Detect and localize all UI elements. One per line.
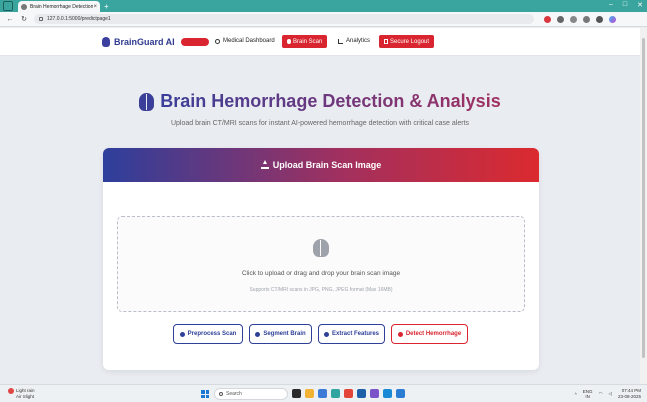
tab-title: Brain Hemorrhage Detection - E [30, 3, 94, 10]
start-button[interactable] [201, 390, 209, 398]
button-label: Segment Brain [263, 331, 306, 337]
dropzone-hint: Supports CT/MRI scans in JPG, PNG, JPEG … [249, 287, 393, 293]
brand[interactable]: BrainGuard AI [102, 37, 209, 47]
more-menu-icon[interactable] [596, 15, 603, 23]
upload-card-title: Upload Brain Scan Image [272, 160, 382, 170]
chart-line-icon [338, 38, 343, 44]
weather-widget[interactable]: Light rain Air Slight [8, 388, 35, 400]
brand-name: BrainGuard AI [114, 37, 175, 47]
weather-sub: Air Slight [16, 394, 35, 400]
upload-dropzone[interactable]: Click to upload or drag and drop your br… [117, 216, 525, 312]
app-navbar: BrainGuard AI Medical Dashboard Brain Sc… [0, 28, 640, 56]
nav-label: Medical Dashboard [223, 38, 275, 44]
search-label: Search [226, 391, 242, 397]
new-tab-button[interactable]: + [104, 2, 109, 11]
app-icon[interactable] [370, 389, 379, 398]
upload-card: Upload Brain Scan Image Click to upload … [103, 148, 539, 370]
url-field[interactable]: 127.0.0.1:5000/predictpage1 [34, 14, 534, 24]
upload-card-header: Upload Brain Scan Image [103, 148, 539, 182]
scrollbar-thumb[interactable] [642, 38, 645, 358]
lang-sub: IN [585, 394, 590, 399]
edge-icon[interactable] [331, 389, 340, 398]
gear-icon [179, 331, 185, 337]
favorites-icon[interactable] [570, 15, 577, 23]
heart-pulse-icon [397, 331, 403, 337]
nav-label: Brain Scan [293, 38, 323, 45]
chevron-up-icon[interactable]: ^ [575, 392, 577, 397]
scissors-icon [255, 331, 261, 337]
maximize-button[interactable]: □ [623, 1, 627, 9]
search-icon [323, 331, 329, 337]
browser-tabstrip: Brain Hemorrhage Detection - E × + – □ ✕ [0, 0, 647, 12]
brain-icon [313, 239, 329, 257]
page-title-row: Brain Hemorrhage Detection & Analysis [0, 91, 640, 112]
nav-analytics[interactable]: Analytics [338, 38, 370, 44]
minimize-button[interactable]: – [609, 1, 613, 9]
tab-favicon-icon [21, 3, 27, 10]
taskbar-apps [292, 389, 405, 398]
wifi-icon[interactable]: ◠ [599, 391, 603, 397]
weather-title: Light rain [16, 388, 35, 394]
clock[interactable]: 07:44 PM 23-08-2025 [618, 388, 641, 400]
brain-icon [287, 39, 291, 44]
brain-icon [139, 92, 155, 111]
profile-icon[interactable] [583, 15, 590, 23]
taskbar-search[interactable]: Search [214, 388, 288, 400]
dropzone-text: Click to upload or drag and drop your br… [241, 270, 401, 277]
address-bar: ← ↻ 127.0.0.1:5000/predictpage1 [0, 12, 647, 27]
reload-button[interactable]: ↻ [20, 15, 28, 23]
info-circle-icon [215, 38, 220, 44]
back-button[interactable]: ← [6, 16, 14, 23]
page-subtitle: Upload brain CT/MRI scans for instant AI… [170, 120, 470, 127]
date-label: 23-08-2025 [617, 394, 641, 399]
detect-hemorrhage-button[interactable]: Detect Hemorrhage [391, 324, 468, 344]
segment-brain-button[interactable]: Segment Brain [249, 324, 312, 344]
task-view-icon[interactable] [292, 389, 301, 398]
close-window-button[interactable]: ✕ [637, 1, 643, 9]
vscode-icon[interactable] [383, 389, 392, 398]
app-icon[interactable] [318, 389, 327, 398]
app-icon[interactable] [357, 389, 366, 398]
windows-taskbar: Light rain Air Slight Search ^ ENG IN ◠ … [0, 384, 647, 402]
page-title: Brain Hemorrhage Detection & Analysis [160, 91, 501, 111]
url-text: 127.0.0.1:5000/predictpage1 [47, 16, 111, 22]
file-explorer-icon[interactable] [305, 389, 314, 398]
logout-icon [384, 39, 388, 44]
action-buttons: Preprocess Scan Segment Brain Extract Fe… [103, 324, 539, 344]
chrome-icon[interactable] [344, 389, 353, 398]
nav-label: Secure Logout [390, 38, 430, 45]
volume-icon[interactable]: ◁ [609, 391, 612, 397]
extract-features-button[interactable]: Extract Features [318, 324, 385, 344]
copilot-icon[interactable] [609, 15, 616, 23]
upload-icon [260, 160, 269, 169]
extensions-area [544, 15, 616, 23]
brain-logo-icon [102, 37, 110, 47]
search-icon [219, 392, 223, 396]
nav-medical-dashboard[interactable]: Medical Dashboard [215, 38, 275, 44]
language-indicator[interactable]: ENG IN [583, 389, 593, 399]
browser-tab[interactable]: Brain Hemorrhage Detection - E × [18, 1, 100, 12]
button-label: Detect Hemorrhage [405, 331, 462, 337]
nav-label: Analytics [346, 38, 371, 44]
system-tray: ^ ENG IN ◠ ◁ 07:44 PM 23-08-2025 [575, 388, 641, 400]
extension-icon[interactable] [544, 15, 551, 23]
window-menu-icon[interactable] [3, 1, 13, 11]
window-controls: – □ ✕ [609, 1, 643, 9]
nav-brain-scan[interactable]: Brain Scan [282, 35, 328, 48]
page-scrollbar[interactable] [640, 28, 647, 384]
tab-close-icon[interactable]: × [93, 4, 97, 10]
word-icon[interactable] [396, 389, 405, 398]
site-info-icon[interactable] [39, 17, 43, 21]
preprocess-scan-button[interactable]: Preprocess Scan [173, 324, 243, 344]
nav-secure-logout[interactable]: Secure Logout [379, 35, 435, 48]
button-label: Preprocess Scan [187, 331, 237, 337]
extension-icon[interactable] [557, 15, 564, 23]
weather-icon [8, 388, 14, 394]
button-label: Extract Features [331, 331, 380, 337]
status-badge [180, 38, 209, 46]
